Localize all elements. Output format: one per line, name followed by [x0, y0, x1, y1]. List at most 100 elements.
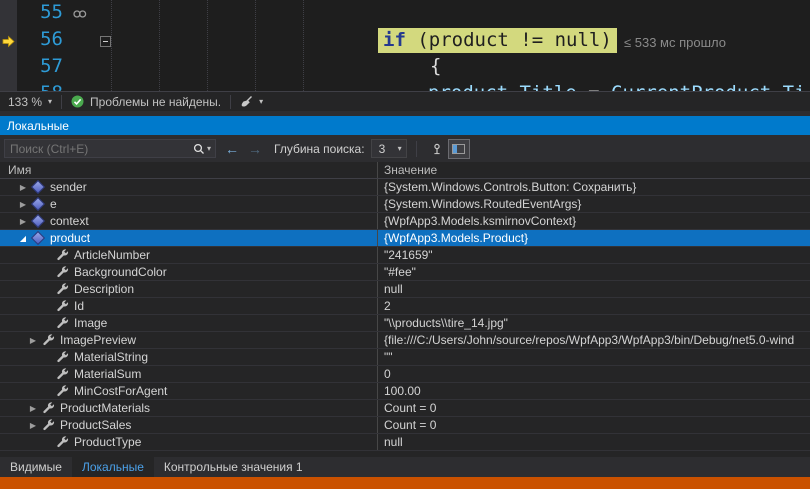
variable-value: "#fee"	[378, 264, 810, 280]
variable-name: product	[50, 231, 90, 245]
keyword: if	[383, 29, 406, 51]
chevron-down-icon[interactable]: ▾	[205, 144, 215, 153]
expand-icon[interactable]: ▶	[16, 200, 30, 209]
row-image[interactable]: Image "\\products\\tire_14.jpg"	[0, 315, 810, 332]
code-line-57[interactable]: 57 {	[0, 55, 810, 82]
variable-name: ProductType	[74, 435, 141, 449]
row-productmaterials[interactable]: ▶ ProductMaterials Count = 0	[0, 400, 810, 417]
variable-value: null	[378, 434, 810, 450]
grid-header[interactable]: Имя Значение	[0, 162, 810, 179]
property-wrench-icon	[54, 385, 70, 398]
variable-name: sender	[50, 180, 87, 194]
code-editor[interactable]: 55 56 if (product != null) ≤ 533 мс прош…	[0, 0, 810, 91]
variable-value: {WpfApp3.Models.ksmirnovContext}	[378, 213, 810, 229]
search-input[interactable]	[5, 142, 193, 156]
variable-name: ProductSales	[60, 418, 131, 432]
row-id[interactable]: Id 2	[0, 298, 810, 315]
row-articlenumber[interactable]: ArticleNumber "241659"	[0, 247, 810, 264]
debug-status-bar	[0, 477, 810, 489]
variable-name: MaterialSum	[74, 367, 141, 381]
property-wrench-icon	[54, 266, 70, 279]
expand-icon[interactable]: ▶	[26, 404, 40, 413]
column-header-value[interactable]: Значение	[378, 162, 810, 178]
row-mincostforagent[interactable]: MinCostForAgent 100.00	[0, 383, 810, 400]
row-producttype[interactable]: ProductType null	[0, 434, 810, 451]
variable-name: ArticleNumber	[74, 248, 150, 262]
column-header-name[interactable]: Имя	[0, 162, 378, 178]
chevron-down-icon: ▾	[259, 97, 263, 106]
health-indicator[interactable]: Проблемы не найдены.	[71, 95, 221, 109]
code-text: product.Title = CurrentProduct.Ti	[428, 82, 806, 91]
perf-tip[interactable]: ≤ 533 мс прошло	[624, 35, 726, 50]
property-wrench-icon	[54, 249, 70, 262]
property-wrench-icon	[54, 283, 70, 296]
code-line-58[interactable]: 58 product.Title = CurrentProduct.Ti	[0, 82, 810, 91]
property-wrench-icon	[54, 300, 70, 313]
search-box[interactable]: ▾	[4, 139, 216, 158]
property-wrench-icon	[54, 351, 70, 364]
variable-name: e	[50, 197, 57, 211]
health-status-text: Проблемы не найдены.	[90, 95, 221, 109]
tab-watch1[interactable]: Контрольные значения 1	[154, 457, 313, 477]
expand-icon[interactable]: ▶	[26, 421, 40, 430]
line-number: 58	[17, 82, 63, 91]
variable-name: MinCostForAgent	[74, 384, 167, 398]
expand-icon[interactable]: ▶	[16, 183, 30, 192]
collapse-icon[interactable]: ◢	[16, 234, 30, 243]
row-backgroundcolor[interactable]: BackgroundColor "#fee"	[0, 264, 810, 281]
variable-name: ProductMaterials	[60, 401, 150, 415]
search-back-button[interactable]: ←	[225, 141, 239, 157]
expand-icon[interactable]: ▶	[26, 336, 40, 345]
variable-value: 100.00	[378, 383, 810, 399]
variable-name: Id	[74, 299, 84, 313]
panel-title: Локальные	[7, 119, 69, 133]
object-icon	[30, 233, 46, 243]
search-forward-button[interactable]: →	[248, 141, 262, 157]
variable-value: Count = 0	[378, 417, 810, 433]
row-materialstring[interactable]: MaterialString ""	[0, 349, 810, 366]
chevron-down-icon: ▾	[398, 144, 402, 153]
variable-value: {System.Windows.RoutedEventArgs}	[378, 196, 810, 212]
broom-icon	[240, 95, 253, 108]
row-materialsum[interactable]: MaterialSum 0	[0, 366, 810, 383]
locals-grid: Имя Значение ▶ sender {System.Windows.Con…	[0, 162, 810, 457]
tab-autos[interactable]: Видимые	[0, 457, 72, 477]
pin-icon	[431, 143, 443, 155]
variable-value: {file:///C:/Users/John/source/repos/WpfA…	[378, 332, 810, 348]
variable-value: null	[378, 281, 810, 297]
row-context[interactable]: ▶context {WpfApp3.Models.ksmirnovContext…	[0, 213, 810, 230]
row-e[interactable]: ▶ e {System.Windows.RoutedEventArgs}	[0, 196, 810, 213]
row-description[interactable]: Description null	[0, 281, 810, 298]
object-icon	[30, 182, 46, 192]
divider	[230, 95, 231, 109]
condition-code: (product != null)	[406, 29, 612, 51]
pin-values-button[interactable]	[426, 139, 448, 159]
search-depth-select[interactable]: 3 ▾	[371, 139, 407, 158]
current-statement-highlight[interactable]: if (product != null)	[378, 28, 617, 53]
locals-panel-titlebar[interactable]: Локальные	[0, 116, 810, 135]
collapse-region-toggle[interactable]	[100, 36, 111, 47]
tab-locals[interactable]: Локальные	[72, 457, 154, 477]
code-cleanup-control[interactable]: ▾	[240, 95, 263, 108]
row-product[interactable]: ◢product {WpfApp3.Models.Product}	[0, 230, 810, 247]
row-sender[interactable]: ▶ sender {System.Windows.Controls.Button:…	[0, 179, 810, 196]
search-icon[interactable]	[193, 143, 205, 155]
zoom-level: 133 %	[8, 95, 42, 109]
row-imagepreview[interactable]: ▶ ImagePreview {file:///C:/Users/John/sou…	[0, 332, 810, 349]
row-productsales[interactable]: ▶ ProductSales Count = 0	[0, 417, 810, 434]
zoom-control[interactable]: 133 % ▾	[0, 95, 52, 109]
code-line-55[interactable]: 55	[0, 1, 810, 28]
variable-value: {System.Windows.Controls.Button: Сохрани…	[378, 179, 810, 195]
property-wrench-icon	[40, 419, 56, 432]
expand-icon[interactable]: ▶	[16, 217, 30, 226]
toggle-preview-button[interactable]	[448, 139, 470, 159]
line-number: 57	[17, 55, 63, 77]
variable-name: ImagePreview	[60, 333, 136, 347]
line-number: 56	[17, 28, 63, 50]
property-wrench-icon	[54, 368, 70, 381]
code-line-56[interactable]: 56 if (product != null) ≤ 533 мс прошло	[0, 28, 810, 55]
locals-toolbar: ▾ ← → Глубина поиска: 3 ▾	[0, 135, 810, 162]
search-depth-label: Глубина поиска:	[274, 142, 365, 156]
chevron-down-icon: ▾	[48, 97, 52, 106]
variable-value: Count = 0	[378, 400, 810, 416]
